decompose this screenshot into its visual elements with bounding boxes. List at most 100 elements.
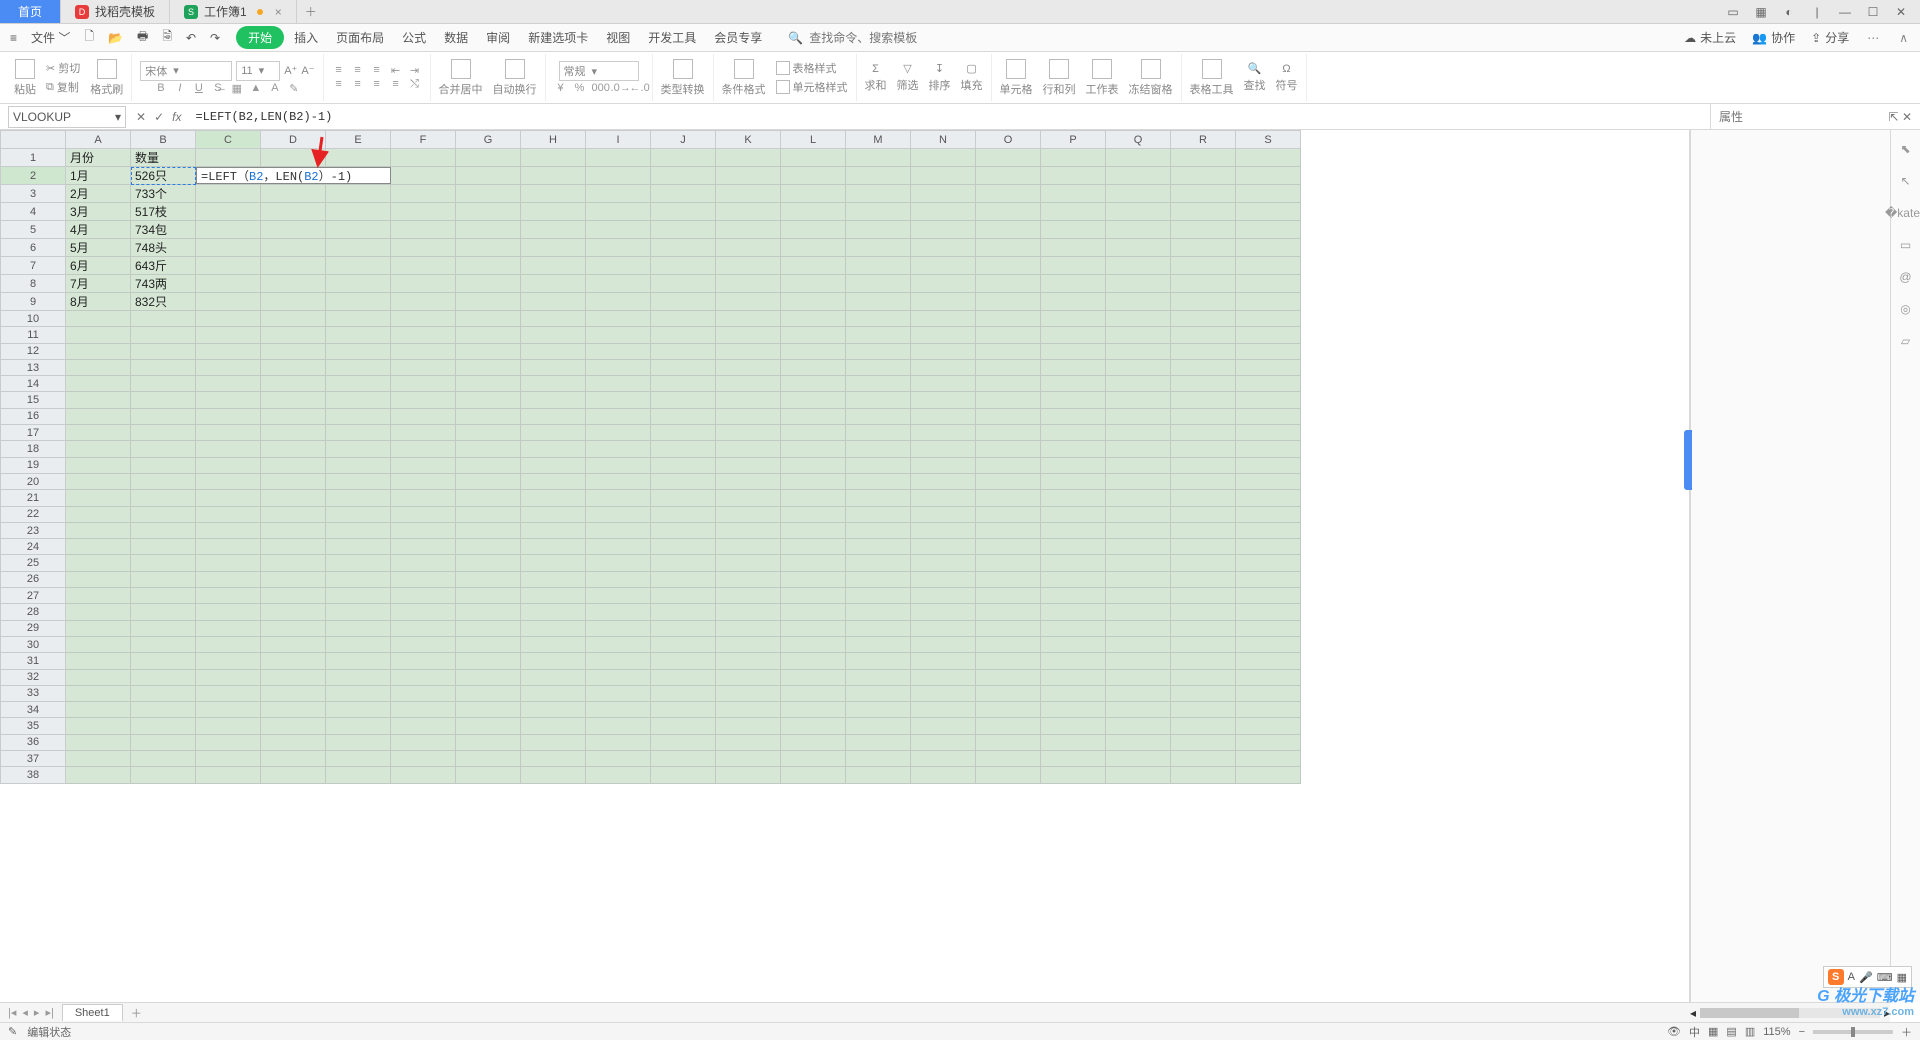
cell[interactable] — [66, 343, 131, 359]
cell[interactable] — [391, 555, 456, 571]
cell[interactable] — [651, 257, 716, 275]
cell[interactable] — [911, 653, 976, 669]
row-header[interactable]: 22 — [1, 506, 66, 522]
close-panel-icon[interactable]: ✕ — [1902, 110, 1912, 124]
cell[interactable] — [391, 506, 456, 522]
cell[interactable] — [196, 441, 261, 457]
cell[interactable] — [586, 669, 651, 685]
cell[interactable] — [261, 327, 326, 343]
cell[interactable] — [586, 221, 651, 239]
cell[interactable] — [1106, 473, 1171, 489]
cell[interactable] — [456, 604, 521, 620]
cell[interactable] — [66, 620, 131, 636]
cell[interactable] — [586, 653, 651, 669]
cell[interactable]: 643斤 — [131, 257, 196, 275]
row-header[interactable]: 29 — [1, 620, 66, 636]
command-search[interactable]: 🔍 — [788, 30, 927, 46]
cell[interactable] — [391, 588, 456, 604]
orientation-icon[interactable]: ⤭ — [408, 78, 422, 91]
cell[interactable] — [586, 275, 651, 293]
cell[interactable] — [326, 457, 391, 473]
cell[interactable] — [456, 311, 521, 327]
cell[interactable] — [1236, 327, 1301, 343]
sheet-first-icon[interactable]: |◂ — [8, 1006, 16, 1019]
cell[interactable] — [911, 359, 976, 375]
cell[interactable] — [1171, 327, 1236, 343]
cell-button[interactable]: 单元格 — [1000, 59, 1033, 97]
cell[interactable] — [976, 275, 1041, 293]
cell[interactable] — [586, 718, 651, 734]
format-painter-button[interactable]: 格式刷 — [90, 59, 123, 97]
cell[interactable] — [1041, 392, 1106, 408]
cell[interactable] — [1041, 457, 1106, 473]
cell[interactable] — [521, 473, 586, 489]
cell[interactable] — [1041, 343, 1106, 359]
cell[interactable] — [1171, 571, 1236, 587]
row-header[interactable]: 12 — [1, 343, 66, 359]
cell[interactable] — [261, 490, 326, 506]
cell[interactable] — [1171, 620, 1236, 636]
cell[interactable] — [911, 702, 976, 718]
row-header[interactable]: 2 — [1, 167, 66, 185]
cell[interactable] — [391, 653, 456, 669]
cell[interactable] — [781, 718, 846, 734]
cell[interactable] — [326, 311, 391, 327]
cell[interactable] — [456, 522, 521, 538]
cell[interactable] — [261, 239, 326, 257]
cell[interactable] — [651, 685, 716, 701]
cell[interactable] — [1041, 473, 1106, 489]
col-header[interactable]: R — [1171, 131, 1236, 149]
cell[interactable] — [586, 522, 651, 538]
tab-data[interactable]: 数据 — [436, 25, 476, 50]
cell[interactable]: 4月 — [66, 221, 131, 239]
cell[interactable]: 734包 — [131, 221, 196, 239]
col-header[interactable]: J — [651, 131, 716, 149]
cell[interactable] — [1106, 490, 1171, 506]
cell[interactable] — [196, 571, 261, 587]
cell[interactable] — [1106, 571, 1171, 587]
cell[interactable] — [1171, 408, 1236, 424]
cell[interactable] — [326, 669, 391, 685]
cell[interactable] — [586, 734, 651, 750]
cell[interactable] — [1106, 734, 1171, 750]
cell[interactable]: 832只 — [131, 293, 196, 311]
cell[interactable] — [521, 734, 586, 750]
cell[interactable] — [716, 257, 781, 275]
sheet-last-icon[interactable]: ▸| — [45, 1006, 53, 1019]
cell[interactable] — [976, 571, 1041, 587]
row-header[interactable]: 7 — [1, 257, 66, 275]
cell[interactable] — [781, 327, 846, 343]
cell[interactable] — [1106, 425, 1171, 441]
pin-icon[interactable]: ⇱ — [1889, 110, 1899, 124]
cell[interactable] — [846, 539, 911, 555]
copy-button[interactable]: ⧉复制 — [46, 79, 79, 95]
cell[interactable] — [846, 343, 911, 359]
cell[interactable] — [781, 343, 846, 359]
cell[interactable] — [651, 392, 716, 408]
row-header[interactable]: 31 — [1, 653, 66, 669]
cell[interactable]: 2月 — [66, 185, 131, 203]
command-search-input[interactable] — [807, 30, 927, 46]
cell[interactable] — [326, 203, 391, 221]
cell[interactable] — [1236, 239, 1301, 257]
cell[interactable] — [521, 636, 586, 652]
cell[interactable] — [456, 376, 521, 392]
cell[interactable] — [131, 343, 196, 359]
percent-icon[interactable]: % — [573, 82, 587, 94]
cell[interactable] — [1236, 203, 1301, 221]
cell[interactable] — [1236, 620, 1301, 636]
cell[interactable] — [781, 751, 846, 767]
cell[interactable] — [456, 149, 521, 167]
col-header[interactable]: D — [261, 131, 326, 149]
menu-more-icon[interactable]: ⋯ — [1861, 31, 1885, 45]
cell[interactable] — [261, 311, 326, 327]
cell[interactable] — [911, 685, 976, 701]
collab-button[interactable]: 👥协作 — [1748, 27, 1799, 48]
cell[interactable] — [586, 702, 651, 718]
cell[interactable] — [456, 669, 521, 685]
cell[interactable] — [976, 702, 1041, 718]
cell[interactable] — [1041, 636, 1106, 652]
cell[interactable] — [131, 473, 196, 489]
cell[interactable] — [1171, 718, 1236, 734]
cell[interactable] — [716, 539, 781, 555]
